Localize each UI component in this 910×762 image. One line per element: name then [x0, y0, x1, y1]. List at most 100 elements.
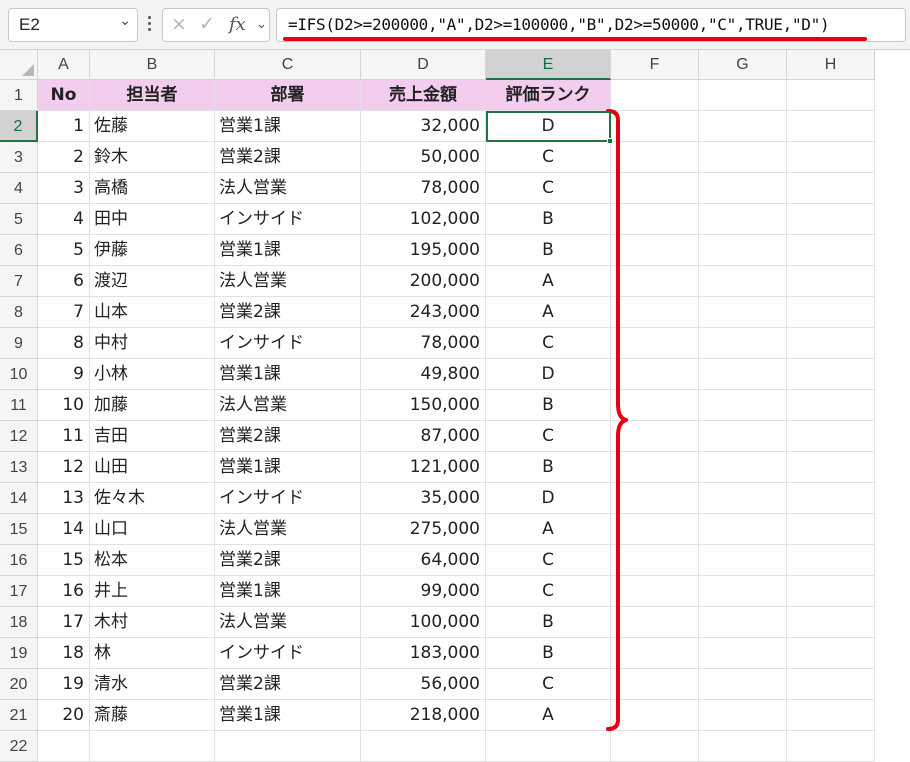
row-header-22[interactable]: 22 — [0, 731, 38, 762]
cell-person[interactable]: 木村 — [90, 607, 215, 638]
name-box[interactable]: E2 ⌄ — [8, 8, 138, 42]
empty-cell[interactable] — [486, 731, 611, 762]
cell-sales[interactable]: 121,000 — [361, 452, 486, 483]
empty-cell[interactable] — [787, 359, 875, 390]
cell-rank[interactable]: C — [486, 142, 611, 173]
cell-sales[interactable]: 275,000 — [361, 514, 486, 545]
cell-no[interactable]: 8 — [38, 328, 90, 359]
cell-dept[interactable]: 法人営業 — [215, 266, 361, 297]
cell-rank[interactable]: B — [486, 390, 611, 421]
cell-sales[interactable]: 102,000 — [361, 204, 486, 235]
chevron-down-icon[interactable]: ⌄ — [256, 17, 267, 32]
empty-cell[interactable] — [787, 607, 875, 638]
fill-handle[interactable] — [607, 138, 613, 144]
cell-dept[interactable]: インサイド — [215, 204, 361, 235]
cell-rank[interactable]: C — [486, 545, 611, 576]
chevron-down-icon[interactable]: ⌄ — [119, 13, 131, 29]
cell-no[interactable]: 4 — [38, 204, 90, 235]
empty-cell[interactable] — [787, 700, 875, 731]
cell-no[interactable]: 11 — [38, 421, 90, 452]
cell-no[interactable]: 12 — [38, 452, 90, 483]
cell-rank[interactable]: C — [486, 421, 611, 452]
empty-cell[interactable] — [90, 731, 215, 762]
empty-cell[interactable] — [787, 173, 875, 204]
cancel-icon[interactable]: × — [171, 13, 187, 35]
cell-dept[interactable]: 営業1課 — [215, 700, 361, 731]
empty-cell[interactable] — [611, 731, 699, 762]
cell-rank[interactable]: A — [486, 700, 611, 731]
cell-rank[interactable]: B — [486, 452, 611, 483]
empty-cell[interactable] — [699, 111, 787, 142]
empty-cell[interactable] — [699, 638, 787, 669]
row-header-1[interactable]: 1 — [0, 80, 38, 111]
empty-cell[interactable] — [699, 80, 787, 111]
empty-cell[interactable] — [699, 204, 787, 235]
empty-cell[interactable] — [787, 421, 875, 452]
cell-person[interactable]: 林 — [90, 638, 215, 669]
cell-no[interactable]: 14 — [38, 514, 90, 545]
cell-no[interactable]: 18 — [38, 638, 90, 669]
empty-cell[interactable] — [787, 390, 875, 421]
empty-cell[interactable] — [787, 514, 875, 545]
cell-no[interactable]: 7 — [38, 297, 90, 328]
cell-rank[interactable]: C — [486, 328, 611, 359]
empty-cell[interactable] — [699, 483, 787, 514]
empty-cell[interactable] — [787, 328, 875, 359]
cell-dept[interactable]: 営業2課 — [215, 421, 361, 452]
column-header-b[interactable]: B — [90, 50, 215, 80]
cell-person[interactable]: 渡辺 — [90, 266, 215, 297]
cell-dept[interactable]: 営業1課 — [215, 235, 361, 266]
row-header-20[interactable]: 20 — [0, 669, 38, 700]
cell-sales[interactable]: 195,000 — [361, 235, 486, 266]
empty-cell[interactable] — [787, 80, 875, 111]
cell-person[interactable]: 小林 — [90, 359, 215, 390]
row-header-12[interactable]: 12 — [0, 421, 38, 452]
cell-sales[interactable]: 50,000 — [361, 142, 486, 173]
cell-sales[interactable]: 35,000 — [361, 483, 486, 514]
row-header-4[interactable]: 4 — [0, 173, 38, 204]
column-header-g[interactable]: G — [699, 50, 787, 80]
cell-person[interactable]: 山本 — [90, 297, 215, 328]
more-options-icon[interactable] — [144, 13, 154, 37]
empty-cell[interactable] — [699, 359, 787, 390]
empty-cell[interactable] — [699, 328, 787, 359]
empty-cell[interactable] — [787, 204, 875, 235]
header-cell-rank[interactable]: 評価ランク — [486, 80, 611, 111]
cell-person[interactable]: 山口 — [90, 514, 215, 545]
empty-cell[interactable] — [699, 731, 787, 762]
row-header-5[interactable]: 5 — [0, 204, 38, 235]
cell-dept[interactable]: 法人営業 — [215, 173, 361, 204]
empty-cell[interactable] — [787, 297, 875, 328]
cell-dept[interactable]: 営業1課 — [215, 452, 361, 483]
cell-rank[interactable]: B — [486, 607, 611, 638]
cell-no[interactable]: 20 — [38, 700, 90, 731]
column-header-c[interactable]: C — [215, 50, 361, 80]
empty-cell[interactable] — [215, 731, 361, 762]
cell-sales[interactable]: 56,000 — [361, 669, 486, 700]
cell-no[interactable]: 2 — [38, 142, 90, 173]
cell-person[interactable]: 山田 — [90, 452, 215, 483]
cell-person[interactable]: 加藤 — [90, 390, 215, 421]
column-header-a[interactable]: A — [38, 50, 90, 80]
cell-rank[interactable]: D — [486, 359, 611, 390]
cell-person[interactable]: 松本 — [90, 545, 215, 576]
empty-cell[interactable] — [787, 111, 875, 142]
cell-sales[interactable]: 150,000 — [361, 390, 486, 421]
cell-dept[interactable]: インサイド — [215, 483, 361, 514]
cell-dept[interactable]: 営業1課 — [215, 359, 361, 390]
row-header-14[interactable]: 14 — [0, 483, 38, 514]
cell-person[interactable]: 佐々木 — [90, 483, 215, 514]
cell-person[interactable]: 斎藤 — [90, 700, 215, 731]
empty-cell[interactable] — [787, 266, 875, 297]
cell-rank[interactable]: B — [486, 204, 611, 235]
empty-cell[interactable] — [699, 421, 787, 452]
empty-cell[interactable] — [699, 390, 787, 421]
empty-cell[interactable] — [699, 607, 787, 638]
empty-cell[interactable] — [699, 266, 787, 297]
cell-sales[interactable]: 78,000 — [361, 173, 486, 204]
cell-rank[interactable]: C — [486, 173, 611, 204]
row-header-21[interactable]: 21 — [0, 700, 38, 731]
cell-person[interactable]: 清水 — [90, 669, 215, 700]
empty-cell[interactable] — [787, 452, 875, 483]
row-header-18[interactable]: 18 — [0, 607, 38, 638]
